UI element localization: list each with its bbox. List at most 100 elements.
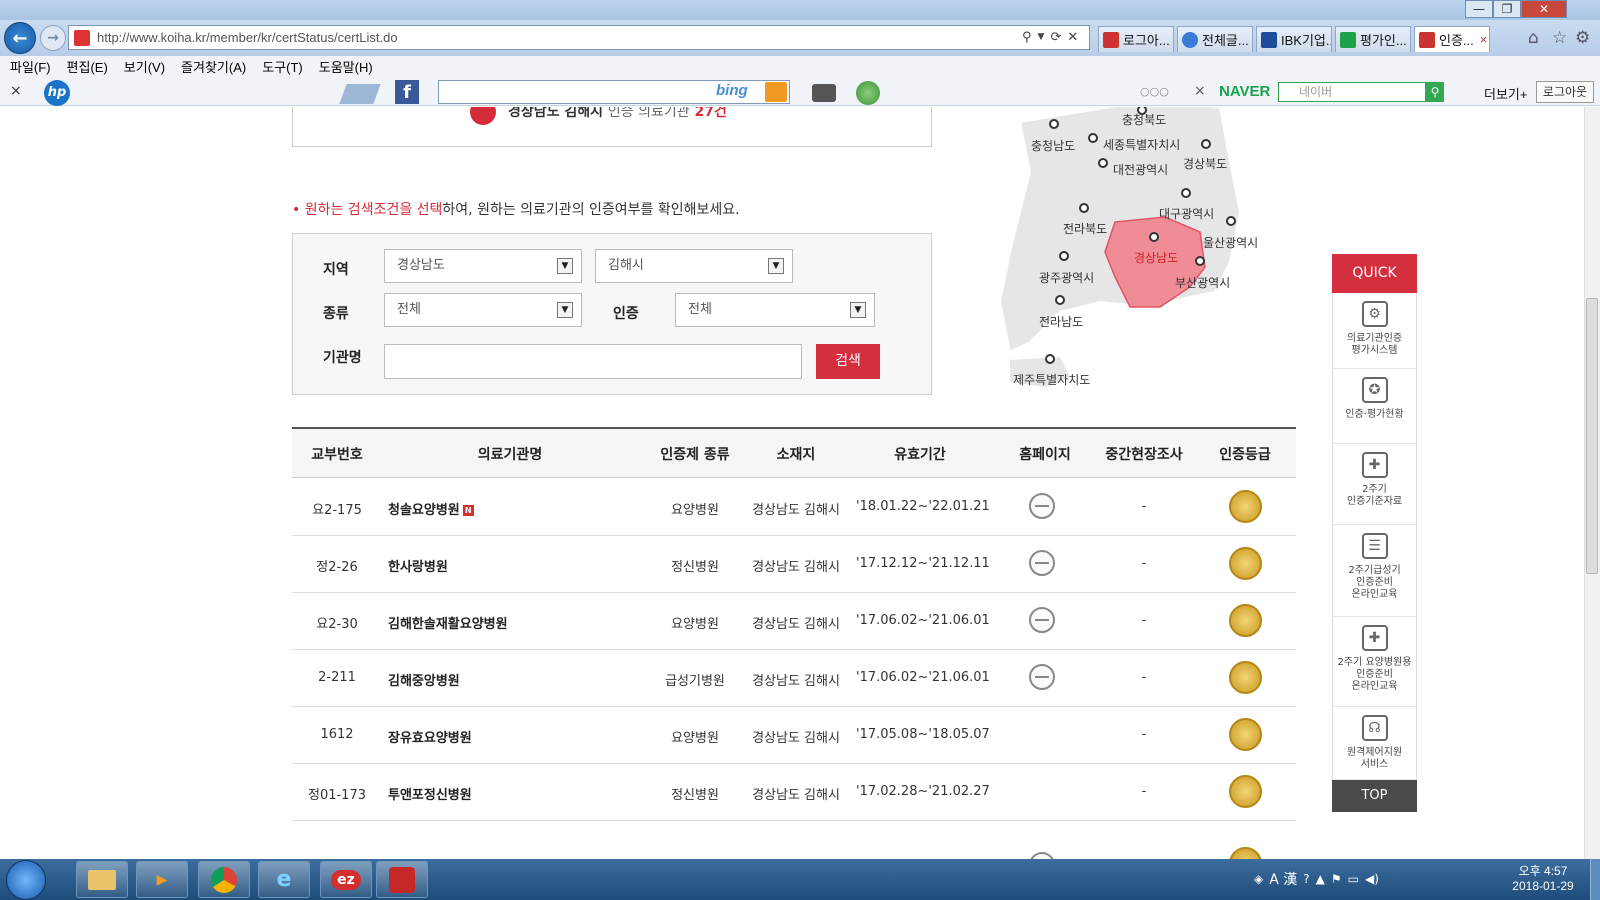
quick-menu-item[interactable]: ☊ 원격제어지원 서비스: [1332, 707, 1417, 780]
institution-name-link[interactable]: 투앤포정신병원: [388, 784, 472, 803]
maximize-button[interactable]: ❐: [1493, 0, 1521, 18]
menu-file[interactable]: 파일(F): [10, 57, 51, 76]
homepage-globe-icon[interactable]: [1029, 550, 1055, 576]
tab-label: 인증...: [1439, 33, 1474, 48]
map-label[interactable]: 대구광역시: [1159, 205, 1214, 222]
institution-name-link[interactable]: 김해한솔재활요양병원: [388, 613, 508, 632]
network-icon[interactable]: ▭: [1348, 872, 1359, 886]
homepage-globe-icon[interactable]: [1029, 852, 1055, 859]
menu-view[interactable]: 보기(V): [124, 57, 165, 76]
toolbar-close-icon[interactable]: ×: [10, 83, 22, 99]
bing-search-button[interactable]: [765, 82, 787, 102]
language-icon[interactable]: ◈: [1254, 872, 1263, 886]
url-input[interactable]: http://www.koiha.kr/member/kr/certStatus…: [68, 25, 1090, 50]
printer-icon[interactable]: [812, 84, 836, 102]
naver-search-button[interactable]: ⚲: [1426, 82, 1444, 102]
start-button[interactable]: [6, 860, 46, 900]
messenger-icon[interactable]: [856, 81, 880, 105]
menu-help[interactable]: 도움말(H): [319, 57, 373, 76]
map-label[interactable]: 충청북도: [1122, 111, 1166, 128]
security-app-icon[interactable]: [376, 861, 428, 898]
map-label[interactable]: 부산광역시: [1175, 274, 1230, 291]
url-actions: ⚲ ▼ ⟳ ✕: [1022, 27, 1088, 47]
quick-menu-item[interactable]: ✪ 인증·평가현황: [1332, 369, 1417, 444]
dropdown-icon[interactable]: ▼: [1038, 32, 1045, 42]
location: 경상남도 김해시: [752, 674, 840, 689]
cert-label: 인증: [613, 306, 639, 322]
media-player-icon[interactable]: ▶: [136, 861, 188, 898]
tray-expand-icon[interactable]: ▲: [1316, 872, 1325, 886]
map-label[interactable]: 제주특별자치도: [1013, 371, 1090, 388]
menu-edit[interactable]: 편집(E): [67, 57, 108, 76]
search-button[interactable]: 검색: [816, 344, 880, 379]
browser-tab[interactable]: 전체글...: [1177, 26, 1253, 52]
scrollbar-thumb[interactable]: [1586, 298, 1598, 574]
homepage-globe-icon[interactable]: [1029, 493, 1055, 519]
institution-name-input[interactable]: [384, 344, 802, 379]
ie-icon[interactable]: e: [258, 861, 310, 898]
quick-menu-item[interactable]: ✚ 2주기 요양병원용 인증준비 온라인교육: [1332, 617, 1417, 707]
mail-icon[interactable]: [339, 84, 381, 104]
minimize-button[interactable]: —: [1465, 0, 1493, 18]
stop-icon[interactable]: ✕: [1067, 30, 1078, 45]
file-explorer-icon[interactable]: [76, 861, 128, 898]
forward-button[interactable]: →: [40, 25, 66, 51]
favorites-star-icon[interactable]: ☆: [1552, 28, 1567, 48]
chrome-icon[interactable]: [198, 861, 250, 898]
map-label[interactable]: 광주광역시: [1039, 269, 1094, 286]
browser-tab[interactable]: 평가인...: [1335, 26, 1411, 52]
ez-app-icon[interactable]: ez: [320, 861, 372, 898]
map-label[interactable]: 울산광역시: [1203, 234, 1258, 251]
institution-name: 한사랑병원: [388, 560, 448, 575]
tab-favicon-icon: [1419, 31, 1435, 48]
more-button[interactable]: 더보기+: [1484, 84, 1527, 103]
map-label[interactable]: 충청남도: [1031, 137, 1075, 154]
quick-menu-item[interactable]: ⚙ 의료기관인증 평가시스템: [1332, 293, 1417, 369]
type-select[interactable]: 전체 ▼: [384, 293, 582, 327]
chevron-down-icon: ▼: [850, 302, 866, 318]
show-desktop-button[interactable]: [1590, 859, 1600, 900]
flag-icon[interactable]: ⚑: [1331, 872, 1342, 886]
browser-tab[interactable]: IBK기업...: [1256, 26, 1332, 52]
home-icon[interactable]: ⌂: [1528, 28, 1539, 48]
institution-name-link[interactable]: 청솔요양병원 N: [388, 499, 474, 518]
browser-tab-active[interactable]: 인증... ×: [1414, 26, 1490, 52]
map-label[interactable]: 대전광역시: [1113, 161, 1168, 178]
gear-icon[interactable]: ⚙: [1575, 28, 1590, 48]
ime-indicator[interactable]: A 漢: [1269, 869, 1297, 889]
hp-logo-icon[interactable]: hp: [44, 80, 70, 106]
clock[interactable]: 오후 4:57 2018-01-29: [1500, 864, 1586, 894]
institution-name-link[interactable]: 김해중앙병원: [388, 670, 460, 689]
cert-type: 정신병원: [671, 560, 719, 575]
window-close-button[interactable]: ✕: [1521, 0, 1567, 18]
help-icon[interactable]: ?: [1303, 872, 1309, 886]
logout-button[interactable]: 로그아웃: [1536, 81, 1594, 103]
map-label[interactable]: 세종특별자치시: [1103, 136, 1180, 153]
homepage-globe-icon[interactable]: [1029, 607, 1055, 633]
region-select[interactable]: 경상남도 ▼: [384, 249, 582, 283]
naver-close-icon[interactable]: ×: [1194, 83, 1206, 99]
refresh-icon[interactable]: ⟳: [1050, 30, 1061, 45]
homepage-globe-icon[interactable]: [1029, 664, 1055, 690]
menu-tools[interactable]: 도구(T): [262, 57, 303, 76]
map-label-selected[interactable]: 경상남도: [1134, 249, 1178, 266]
institution-name-link[interactable]: 장유효요양병원: [388, 727, 472, 746]
map-label[interactable]: 전라남도: [1039, 313, 1083, 330]
volume-icon[interactable]: ◀): [1365, 872, 1379, 886]
tab-close-icon[interactable]: ×: [1480, 32, 1488, 47]
map-label[interactable]: 전라북도: [1063, 220, 1107, 237]
cert-select[interactable]: 전체 ▼: [675, 293, 875, 327]
back-button[interactable]: ←: [4, 22, 36, 54]
menu-favorites[interactable]: 즐겨찾기(A): [181, 57, 246, 76]
institution-name-link[interactable]: 한사랑병원: [388, 556, 448, 575]
search-icon[interactable]: ⚲: [1022, 30, 1032, 45]
quick-menu-item[interactable]: ☰ 2주기급성기 인증준비 온라인교육: [1332, 525, 1417, 617]
map-label[interactable]: 경상북도: [1183, 155, 1227, 172]
facebook-icon[interactable]: f: [395, 80, 419, 104]
browser-tab[interactable]: 로그아...: [1098, 26, 1174, 52]
top-button[interactable]: TOP: [1332, 780, 1417, 812]
city-select[interactable]: 김해시 ▼: [595, 249, 793, 283]
naver-search-input[interactable]: 네이버: [1278, 82, 1426, 102]
menu-bar: 파일(F) 편집(E) 보기(V) 즐겨찾기(A) 도구(T) 도움말(H): [0, 56, 1600, 76]
quick-menu-item[interactable]: ✚ 2주기 인증기준자료: [1332, 444, 1417, 525]
